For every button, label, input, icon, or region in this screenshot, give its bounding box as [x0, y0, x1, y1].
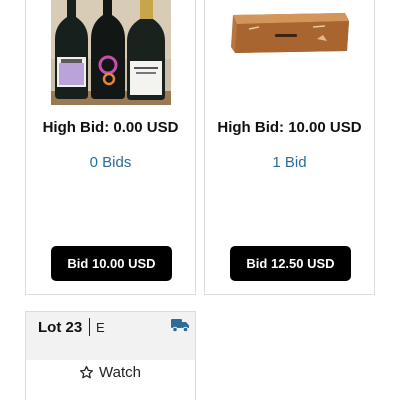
- lot-card: High Bid: 10.00 USD 1 Bid Bid 12.50 USD: [204, 0, 375, 295]
- high-bid-text: High Bid: 0.00 USD: [42, 119, 179, 136]
- lot-image[interactable]: [229, 7, 351, 57]
- truck-icon: [171, 318, 190, 333]
- lot-category-code: E: [96, 320, 105, 335]
- bid-count-link[interactable]: 0 Bids: [26, 154, 195, 172]
- lot-header: Lot 23 E: [26, 312, 195, 360]
- watch-button[interactable]: Watch: [79, 362, 141, 382]
- bid-button[interactable]: Bid 10.00 USD: [51, 246, 172, 281]
- lot-divider: [89, 318, 90, 336]
- lot-number: Lot 23: [38, 319, 83, 336]
- auction-listing-page: High Bid: 0.00 USD 0 Bids Bid 10.00 USD …: [0, 0, 400, 400]
- high-bid-text: High Bid: 10.00 USD: [217, 119, 362, 136]
- lot-card: High Bid: 0.00 USD 0 Bids Bid 10.00 USD: [25, 0, 196, 295]
- watch-label: Watch: [99, 363, 141, 381]
- lot-image[interactable]: [51, 0, 171, 105]
- lot-card: Lot 23 E Watch: [25, 311, 196, 400]
- bid-count-link[interactable]: 1 Bid: [205, 154, 374, 172]
- bid-button[interactable]: Bid 12.50 USD: [230, 246, 351, 281]
- star-outline-icon: [79, 365, 94, 380]
